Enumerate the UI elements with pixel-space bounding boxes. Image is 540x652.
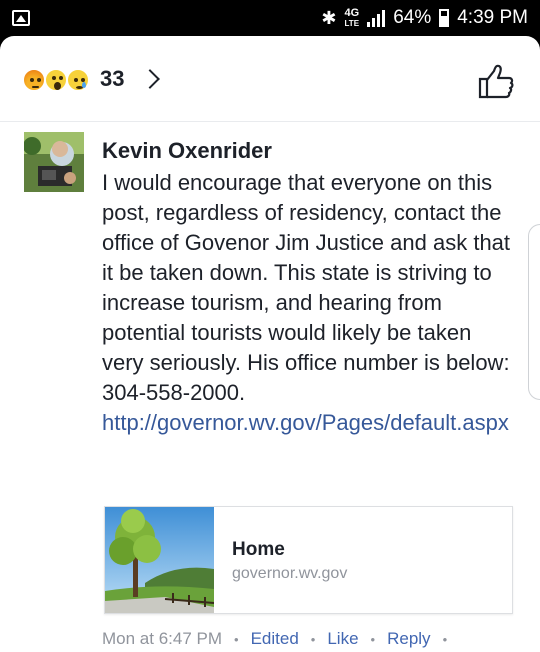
comment-body: I would encourage that everyone on this … xyxy=(102,168,512,438)
link-preview-card[interactable]: Home governor.wv.gov xyxy=(104,506,513,614)
comment-text: I would encourage that everyone on this … xyxy=(102,170,511,405)
avatar[interactable] xyxy=(24,132,84,192)
like-button[interactable]: Like xyxy=(327,629,358,649)
angry-reaction-icon xyxy=(22,68,46,92)
comment-link[interactable]: http://governor.wv.gov/Pages/default.asp… xyxy=(102,408,512,438)
separator-dot: • xyxy=(234,631,239,647)
avatar-photo xyxy=(24,132,84,192)
separator-dot: • xyxy=(310,631,316,647)
scroll-handle[interactable] xyxy=(528,224,540,400)
signal-icon xyxy=(367,9,386,27)
preview-domain: governor.wv.gov xyxy=(232,565,348,582)
chevron-right-icon[interactable] xyxy=(140,69,160,89)
comment-sheet: 33 Kevin Oxenrider I would encourage tha… xyxy=(0,36,540,652)
reaction-count[interactable]: 33 xyxy=(100,66,124,92)
preview-thumbnail xyxy=(105,507,214,613)
clock: 4:39 PM xyxy=(457,7,528,28)
battery-percent: 64% xyxy=(393,7,432,28)
preview-title: Home xyxy=(232,539,285,560)
edited-link[interactable]: Edited xyxy=(251,629,299,649)
gallery-icon xyxy=(12,10,30,26)
battery-icon xyxy=(439,9,450,27)
sad-reaction-icon xyxy=(66,68,90,92)
network-type: 4G LTE xyxy=(344,6,360,28)
bluetooth-icon: ✱ xyxy=(321,7,337,28)
comment-meta: Mon at 6:47 PM • Edited • Like • Reply • xyxy=(102,629,459,649)
thumbs-up-icon[interactable] xyxy=(476,62,516,102)
reply-button[interactable]: Reply xyxy=(387,629,430,649)
status-icons: ✱ 4G LTE 64% 4:39 PM xyxy=(321,7,528,29)
status-bar: ✱ 4G LTE 64% 4:39 PM xyxy=(0,0,540,36)
comment-timestamp[interactable]: Mon at 6:47 PM xyxy=(102,629,222,649)
separator-dot: • xyxy=(370,631,376,647)
reactions-bar[interactable]: 33 xyxy=(0,36,540,122)
wow-reaction-icon xyxy=(44,68,68,92)
comment-author[interactable]: Kevin Oxenrider xyxy=(102,138,272,164)
separator-dot: • xyxy=(442,631,448,647)
